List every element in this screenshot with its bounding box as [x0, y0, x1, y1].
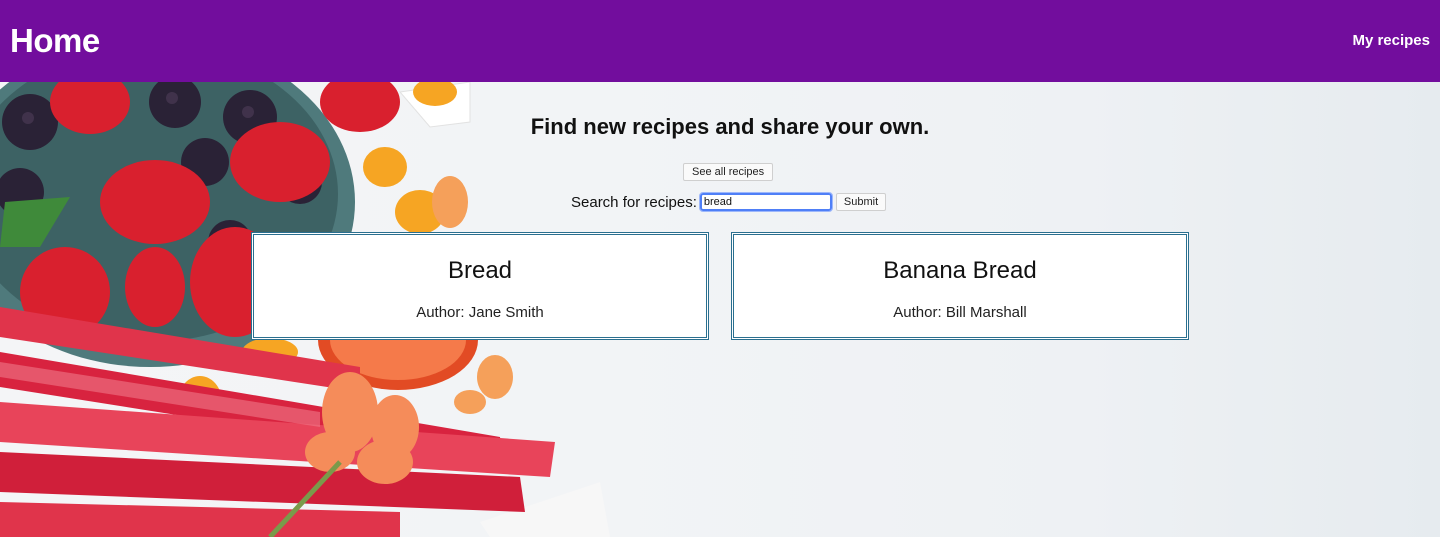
recipe-card[interactable]: Bread Author: Jane Smith	[251, 232, 709, 340]
my-recipes-link[interactable]: My recipes	[1352, 31, 1430, 51]
recipe-card[interactable]: Banana Bread Author: Bill Marshall	[731, 232, 1189, 340]
main-headline: Find new recipes and share your own.	[530, 114, 930, 139]
page-title: Home	[10, 22, 100, 59]
top-navbar: Home My recipes	[0, 0, 1440, 82]
see-all-recipes-button[interactable]: See all recipes	[683, 163, 774, 181]
recipe-title: Banana Bread	[883, 257, 1037, 284]
recipe-title: Bread	[447, 257, 513, 284]
search-input[interactable]	[698, 192, 833, 212]
recipe-author: Author: Bill Marshall	[893, 304, 1027, 321]
search-form: Search for recipes: Submit	[571, 192, 887, 212]
search-label: Search for recipes:	[571, 193, 697, 211]
recipe-author: Author: Jane Smith	[416, 304, 544, 321]
submit-button[interactable]: Submit	[835, 193, 887, 211]
